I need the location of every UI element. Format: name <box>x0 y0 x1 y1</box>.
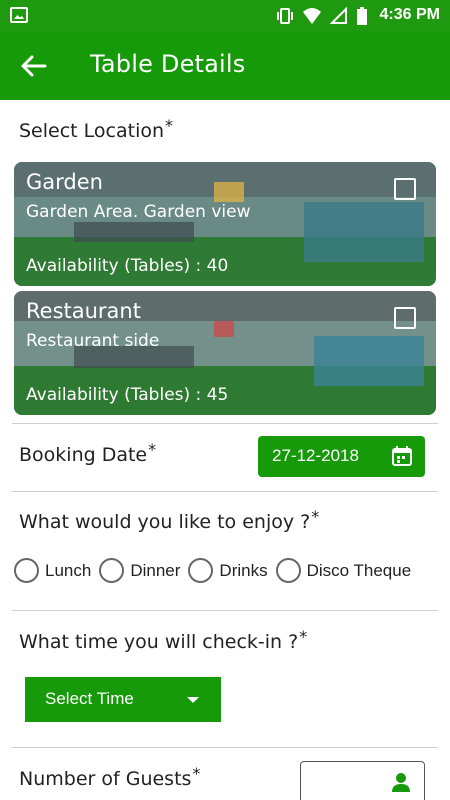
radio-dinner[interactable]: Dinner <box>99 558 180 583</box>
enjoy-text: What would you like to enjoy ? <box>19 511 311 533</box>
status-icons <box>276 6 368 30</box>
divider <box>12 423 438 424</box>
radio-label: Lunch <box>45 560 92 580</box>
checkin-label: What time you will check-in ?* <box>19 627 307 653</box>
gallery-notification-icon <box>10 7 28 23</box>
radio-lunch[interactable]: Lunch <box>14 558 91 583</box>
location-card-restaurant[interactable]: Restaurant Restaurant side Availability … <box>14 291 436 415</box>
booking-date-label: Booking Date* <box>19 440 156 466</box>
radio-circle[interactable] <box>14 558 39 583</box>
select-time-dropdown[interactable]: Select Time <box>25 677 221 722</box>
divider <box>12 491 438 492</box>
radio-circle[interactable] <box>275 558 301 583</box>
page-title: Table Details <box>90 50 246 78</box>
select-location-label: Select Location* <box>19 116 173 142</box>
booking-date-value: 27-12-2018 <box>272 446 359 465</box>
select-location-text: Select Location <box>19 120 165 142</box>
radio-label: Dinner <box>130 560 181 580</box>
dropdown-arrow-icon <box>187 697 199 703</box>
guests-label: Number of Guests* <box>19 764 200 790</box>
select-time-label: Select Time <box>45 689 134 708</box>
location-card-garden[interactable]: Garden Garden Area. Garden view Availabi… <box>14 162 436 286</box>
wifi-icon <box>302 7 322 29</box>
divider <box>12 747 438 748</box>
required-mark: * <box>192 764 201 783</box>
location-checkbox[interactable] <box>394 307 416 329</box>
radio-disco-theque[interactable]: Disco Theque <box>275 558 412 583</box>
required-mark: * <box>311 507 320 526</box>
enjoy-label: What would you like to enjoy ?* <box>19 507 319 533</box>
guests-input[interactable] <box>300 761 425 800</box>
enjoy-options: Lunch Dinner Drinks Disco Theque <box>14 558 419 583</box>
booking-date-button[interactable]: 27-12-2018 <box>258 436 425 477</box>
battery-icon <box>356 6 368 30</box>
required-mark: * <box>165 116 174 135</box>
radio-label: Drinks <box>219 560 268 580</box>
app-bar: Table Details <box>0 32 450 100</box>
person-icon <box>390 771 412 793</box>
guests-text: Number of Guests <box>19 768 192 790</box>
radio-drinks[interactable]: Drinks <box>188 558 268 583</box>
vibrate-icon <box>276 7 294 29</box>
calendar-icon <box>391 445 413 467</box>
no-signal-icon <box>329 6 348 29</box>
back-arrow-icon[interactable] <box>18 50 50 82</box>
location-checkbox[interactable] <box>394 178 416 200</box>
location-name: Restaurant <box>26 299 141 323</box>
status-time: 4:36 PM <box>379 6 440 23</box>
divider <box>12 610 438 611</box>
required-mark: * <box>299 627 308 646</box>
required-mark: * <box>148 440 157 459</box>
location-availability: Availability (Tables) : 45 <box>26 385 229 405</box>
location-availability: Availability (Tables) : 40 <box>26 256 229 276</box>
booking-date-text: Booking Date <box>19 444 148 466</box>
location-description: Restaurant side <box>26 331 160 351</box>
checkin-text: What time you will check-in ? <box>19 631 299 653</box>
radio-circle[interactable] <box>188 558 214 583</box>
status-bar: 4:36 PM <box>0 0 450 32</box>
radio-circle[interactable] <box>99 558 125 583</box>
location-name: Garden <box>26 170 103 194</box>
location-description: Garden Area. Garden view <box>26 202 251 222</box>
radio-label: Disco Theque <box>306 560 412 580</box>
